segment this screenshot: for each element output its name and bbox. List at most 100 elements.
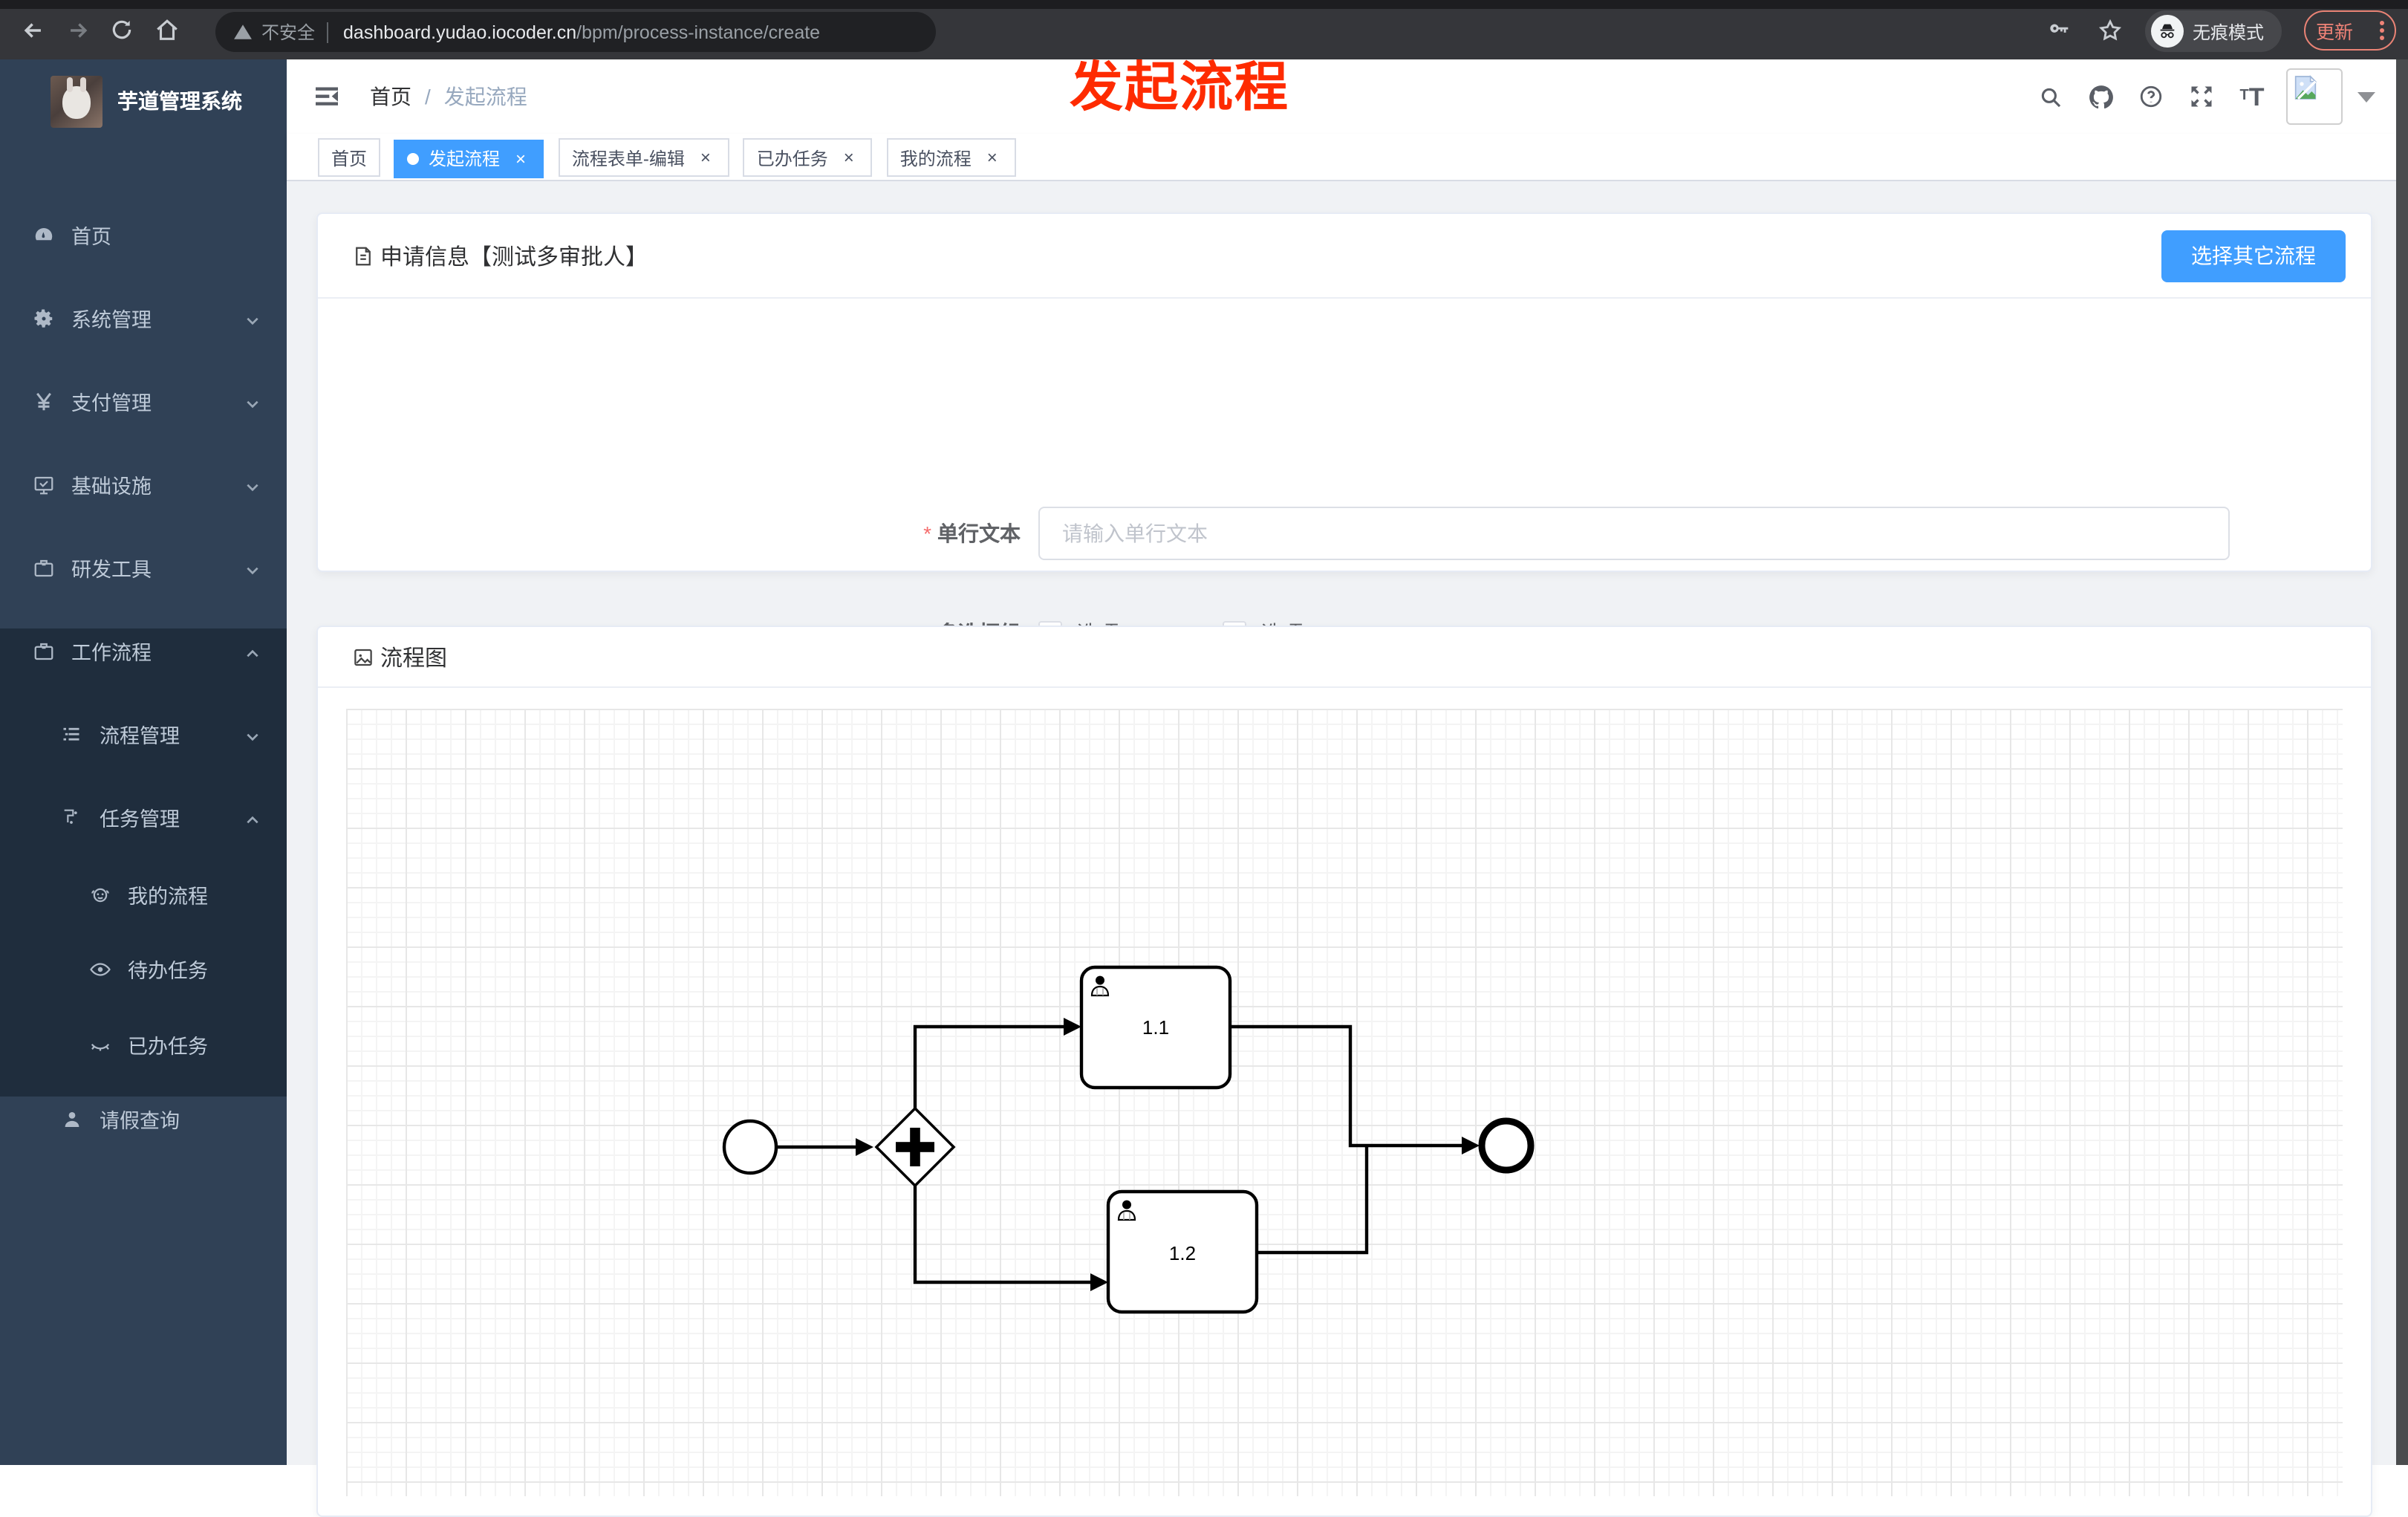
sidebar-item-label: 研发工具 [71,559,152,581]
chevron-up-icon [245,810,260,825]
sidebar-item-dev-tools[interactable]: 研发工具 [0,530,287,605]
briefcase-icon [31,556,55,579]
sidebar-item-todo-tasks[interactable]: 待办任务 [0,932,287,1006]
close-icon[interactable]: × [839,147,859,168]
bookmark-star-icon[interactable] [2092,12,2127,48]
reload-icon[interactable] [104,12,140,48]
annotation-text: 发起流程 [1070,56,1290,117]
font-size-icon[interactable]: TT [2227,59,2277,134]
breadcrumb-home[interactable]: 首页 [370,82,411,111]
tab-label: 已办任务 [756,148,828,169]
address-bar[interactable]: 不安全 dashboard.yudao.iocoder.cn/bpm/proce… [215,12,936,52]
bpmn-canvas-grid[interactable] [346,709,2343,1496]
avatar[interactable] [2286,68,2343,125]
image-icon [352,646,374,668]
card-title: 流程图 [380,646,448,671]
tab-label: 首页 [331,148,368,169]
chevron-down-icon [245,477,260,492]
monitor-icon [31,472,55,496]
briefcase-icon [31,639,55,663]
sidebar-item-label: 支付管理 [71,392,152,415]
fullscreen-icon[interactable] [2176,59,2227,134]
github-icon[interactable] [2075,59,2126,134]
breadcrumb-current: 发起流程 [443,85,527,108]
list-icon [59,722,83,746]
sidebar-item-label: 流程管理 [100,725,180,747]
tab-done-tasks[interactable]: 已办任务 × [743,138,873,177]
url-divider [327,22,329,42]
home-icon[interactable] [149,12,184,48]
tab-label: 我的流程 [899,148,972,169]
sidebar-item-leave-query[interactable]: 请假查询 [0,1082,287,1156]
dashboard-icon [31,223,55,247]
close-icon[interactable]: × [982,147,1003,168]
sidebar: 芋道管理系统 首页 系统管理 支付管理 基础设施 研发工具 工作流程 流程管理 … [0,59,287,1465]
tab-create-process[interactable]: 发起流程 × [394,139,544,178]
browser-update-button[interactable]: 更新 [2304,10,2396,51]
url-domain: dashboard.yudao.iocoder.cn [343,22,577,42]
card-header: 申请信息【测试多审批人】 选择其它流程 [318,214,2371,299]
app-navbar: 首页 / 发起流程 TT [287,59,2396,134]
avatar-caret-icon[interactable] [2357,91,2375,102]
sidebar-item-system[interactable]: 系统管理 [0,281,287,355]
browser-menu-icon[interactable] [2380,18,2384,43]
eye-icon [88,957,111,981]
help-icon[interactable] [2126,59,2176,134]
browser-top-strip [0,0,2408,9]
tab-form-edit[interactable]: 流程表单-编辑 × [558,138,729,177]
page-content: 申请信息【测试多审批人】 选择其它流程 *单行文本 *多选框组 选项一 选项二 [287,181,2396,1517]
tab-my-process[interactable]: 我的流程 × [886,138,1016,177]
window-scrollbar[interactable] [2396,59,2408,1465]
sidebar-item-done-tasks[interactable]: 已办任务 [0,1007,287,1082]
tab-label: 发起流程 [428,149,500,169]
close-icon[interactable]: × [695,147,716,168]
sidebar-item-my-process[interactable]: 我的流程 [0,857,287,932]
single-line-text-input[interactable] [1038,507,2230,560]
key-icon[interactable] [2041,12,2077,48]
font-size-small: T [2239,88,2249,104]
sidebar-item-label: 待办任务 [128,960,208,982]
eye-closed-icon [88,1033,111,1056]
back-icon[interactable] [15,12,51,48]
broken-image-icon [2294,74,2317,100]
sidebar-item-home[interactable]: 首页 [0,198,287,272]
user-icon [59,1107,83,1131]
sidebar-item-label: 首页 [71,226,111,248]
active-dot-icon [407,152,420,164]
face-icon [88,883,111,906]
search-icon[interactable] [2025,59,2075,134]
sidebar-item-process-management[interactable]: 流程管理 [0,697,287,771]
sidebar-item-label: 我的流程 [128,886,208,908]
field-label: 单行文本 [937,522,1021,545]
forward-icon[interactable] [59,12,95,48]
sidebar-item-label: 任务管理 [100,808,180,831]
card-header: 流程图 [318,627,2371,688]
sidebar-item-label: 请假查询 [100,1110,180,1132]
font-size-big: T [2248,82,2265,111]
breadcrumb-separator: / [425,85,431,108]
tags-view-bar: 首页 发起流程 × 流程表单-编辑 × 已办任务 × 我的流程 × [287,134,2396,181]
process-diagram-card: 流程图 [316,626,2372,1517]
application-info-card: 申请信息【测试多审批人】 选择其它流程 *单行文本 *多选框组 选项一 选项二 [316,212,2372,743]
gear-icon [31,306,55,330]
sidebar-logo[interactable]: 芋道管理系统 [0,59,287,143]
chevron-down-icon [245,394,260,409]
choose-other-process-button[interactable]: 选择其它流程 [2161,230,2346,282]
chevron-down-icon [245,727,260,741]
form-row-text: * 单行文本 [887,507,2230,560]
sidebar-item-label: 工作流程 [71,642,152,664]
yen-icon [31,389,55,413]
flow-icon [59,805,83,829]
sidebar-item-payment[interactable]: 支付管理 [0,364,287,438]
incognito-badge: 无痕模式 [2145,10,2282,52]
sidebar-item-infrastructure[interactable]: 基础设施 [0,447,287,522]
document-icon [352,244,374,267]
tab-home[interactable]: 首页 [318,138,381,177]
sidebar-toggle-icon[interactable] [312,82,342,111]
tab-label: 流程表单-编辑 [571,148,685,169]
app-title: 芋道管理系统 [117,89,242,113]
chevron-up-icon [245,643,260,658]
sidebar-item-workflow[interactable]: 工作流程 [0,614,287,688]
close-icon[interactable]: × [510,148,531,169]
sidebar-item-task-management[interactable]: 任务管理 [0,780,287,854]
